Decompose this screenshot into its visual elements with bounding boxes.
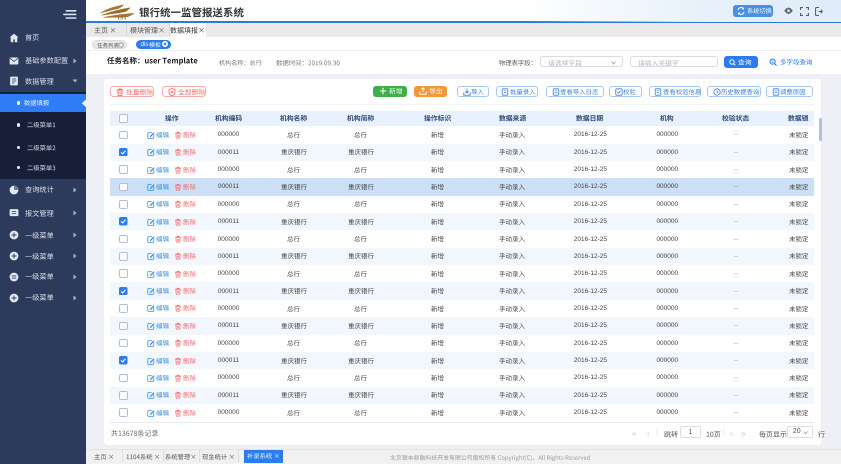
svg-text:IST: IST	[118, 16, 128, 21]
